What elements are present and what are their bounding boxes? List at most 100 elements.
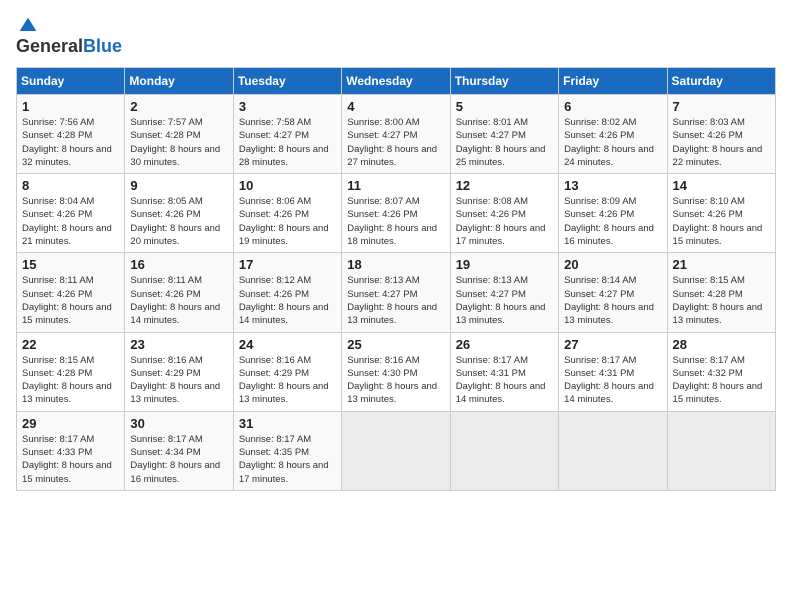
logo-general-part: General — [16, 36, 83, 56]
calendar-cell: 23 Sunrise: 8:16 AMSunset: 4:29 PMDayligh… — [125, 332, 233, 411]
calendar-cell: 11 Sunrise: 8:07 AMSunset: 4:26 PMDayligh… — [342, 174, 450, 253]
day-info: Sunrise: 8:07 AMSunset: 4:26 PMDaylight:… — [347, 195, 444, 248]
day-info: Sunrise: 8:13 AMSunset: 4:27 PMDaylight:… — [347, 274, 444, 327]
day-number: 2 — [130, 99, 227, 114]
calendar-cell: 9 Sunrise: 8:05 AMSunset: 4:26 PMDaylight… — [125, 174, 233, 253]
calendar-cell: 18 Sunrise: 8:13 AMSunset: 4:27 PMDayligh… — [342, 253, 450, 332]
day-info: Sunrise: 8:17 AMSunset: 4:35 PMDaylight:… — [239, 433, 336, 486]
day-number: 12 — [456, 178, 553, 193]
day-info: Sunrise: 8:17 AMSunset: 4:33 PMDaylight:… — [22, 433, 119, 486]
calendar-week-row: 29 Sunrise: 8:17 AMSunset: 4:33 PMDayligh… — [17, 411, 776, 490]
calendar-cell: 12 Sunrise: 8:08 AMSunset: 4:26 PMDayligh… — [450, 174, 558, 253]
calendar-cell: 15 Sunrise: 8:11 AMSunset: 4:26 PMDayligh… — [17, 253, 125, 332]
day-number: 30 — [130, 416, 227, 431]
day-number: 25 — [347, 337, 444, 352]
day-number: 26 — [456, 337, 553, 352]
day-info: Sunrise: 8:17 AMSunset: 4:31 PMDaylight:… — [456, 354, 553, 407]
calendar-cell: 2Sunrise: 7:57 AMSunset: 4:28 PMDaylight… — [125, 95, 233, 174]
day-info: Sunrise: 8:10 AMSunset: 4:26 PMDaylight:… — [673, 195, 770, 248]
calendar-cell: 17 Sunrise: 8:12 AMSunset: 4:26 PMDayligh… — [233, 253, 341, 332]
day-number: 27 — [564, 337, 661, 352]
day-number: 11 — [347, 178, 444, 193]
day-info: Sunrise: 8:08 AMSunset: 4:26 PMDaylight:… — [456, 195, 553, 248]
day-number: 24 — [239, 337, 336, 352]
day-number: 28 — [673, 337, 770, 352]
calendar-cell: 14Sunrise: 8:10 AMSunset: 4:26 PMDayligh… — [667, 174, 775, 253]
day-info: Sunrise: 8:12 AMSunset: 4:26 PMDaylight:… — [239, 274, 336, 327]
calendar-day-header: Saturday — [667, 68, 775, 95]
logo: GeneralBlue — [16, 16, 122, 57]
day-number: 31 — [239, 416, 336, 431]
calendar-week-row: 22 Sunrise: 8:15 AMSunset: 4:28 PMDayligh… — [17, 332, 776, 411]
day-number: 17 — [239, 257, 336, 272]
calendar-cell: 16 Sunrise: 8:11 AMSunset: 4:26 PMDayligh… — [125, 253, 233, 332]
day-number: 8 — [22, 178, 119, 193]
day-number: 7 — [673, 99, 770, 114]
day-number: 13 — [564, 178, 661, 193]
day-number: 20 — [564, 257, 661, 272]
day-info: Sunrise: 8:14 AMSunset: 4:27 PMDaylight:… — [564, 274, 661, 327]
day-number: 22 — [22, 337, 119, 352]
day-number: 1 — [22, 99, 119, 114]
calendar-cell: 28 Sunrise: 8:17 AMSunset: 4:32 PMDayligh… — [667, 332, 775, 411]
calendar-cell — [342, 411, 450, 490]
day-info: Sunrise: 7:56 AMSunset: 4:28 PMDaylight:… — [22, 116, 119, 169]
calendar-cell: 10Sunrise: 8:06 AMSunset: 4:26 PMDayligh… — [233, 174, 341, 253]
day-info: Sunrise: 8:05 AMSunset: 4:26 PMDaylight:… — [130, 195, 227, 248]
day-info: Sunrise: 8:16 AMSunset: 4:29 PMDaylight:… — [130, 354, 227, 407]
calendar-cell: 6 Sunrise: 8:02 AMSunset: 4:26 PMDaylight… — [559, 95, 667, 174]
day-number: 15 — [22, 257, 119, 272]
page-header: GeneralBlue — [16, 16, 776, 57]
calendar-cell: 7 Sunrise: 8:03 AMSunset: 4:26 PMDaylight… — [667, 95, 775, 174]
calendar-day-header: Thursday — [450, 68, 558, 95]
day-info: Sunrise: 8:15 AMSunset: 4:28 PMDaylight:… — [22, 354, 119, 407]
day-info: Sunrise: 8:17 AMSunset: 4:31 PMDaylight:… — [564, 354, 661, 407]
day-info: Sunrise: 8:11 AMSunset: 4:26 PMDaylight:… — [22, 274, 119, 327]
day-number: 29 — [22, 416, 119, 431]
calendar-cell — [450, 411, 558, 490]
calendar-cell: 20 Sunrise: 8:14 AMSunset: 4:27 PMDayligh… — [559, 253, 667, 332]
day-info: Sunrise: 8:00 AMSunset: 4:27 PMDaylight:… — [347, 116, 444, 169]
day-number: 16 — [130, 257, 227, 272]
calendar-cell: 30Sunrise: 8:17 AMSunset: 4:34 PMDayligh… — [125, 411, 233, 490]
calendar-week-row: 15 Sunrise: 8:11 AMSunset: 4:26 PMDayligh… — [17, 253, 776, 332]
day-info: Sunrise: 8:16 AMSunset: 4:29 PMDaylight:… — [239, 354, 336, 407]
logo-blue-part: Blue — [83, 36, 122, 56]
calendar-cell: 31 Sunrise: 8:17 AMSunset: 4:35 PMDayligh… — [233, 411, 341, 490]
calendar-cell: 29 Sunrise: 8:17 AMSunset: 4:33 PMDayligh… — [17, 411, 125, 490]
calendar-cell: 13 Sunrise: 8:09 AMSunset: 4:26 PMDayligh… — [559, 174, 667, 253]
day-number: 5 — [456, 99, 553, 114]
logo-icon — [18, 16, 38, 36]
calendar-cell — [559, 411, 667, 490]
day-info: Sunrise: 7:58 AMSunset: 4:27 PMDaylight:… — [239, 116, 336, 169]
day-number: 21 — [673, 257, 770, 272]
day-number: 9 — [130, 178, 227, 193]
day-info: Sunrise: 8:04 AMSunset: 4:26 PMDaylight:… — [22, 195, 119, 248]
calendar-cell: 3Sunrise: 7:58 AMSunset: 4:27 PMDaylight… — [233, 95, 341, 174]
calendar-cell: 8 Sunrise: 8:04 AMSunset: 4:26 PMDaylight… — [17, 174, 125, 253]
day-info: Sunrise: 8:09 AMSunset: 4:26 PMDaylight:… — [564, 195, 661, 248]
day-info: Sunrise: 8:01 AMSunset: 4:27 PMDaylight:… — [456, 116, 553, 169]
day-number: 18 — [347, 257, 444, 272]
calendar-cell: 25Sunrise: 8:16 AMSunset: 4:30 PMDayligh… — [342, 332, 450, 411]
calendar-cell: 22 Sunrise: 8:15 AMSunset: 4:28 PMDayligh… — [17, 332, 125, 411]
calendar-day-header: Monday — [125, 68, 233, 95]
calendar-week-row: 1 Sunrise: 7:56 AMSunset: 4:28 PMDaylight… — [17, 95, 776, 174]
calendar-day-header: Wednesday — [342, 68, 450, 95]
day-info: Sunrise: 8:17 AMSunset: 4:32 PMDaylight:… — [673, 354, 770, 407]
calendar-cell: 1 Sunrise: 7:56 AMSunset: 4:28 PMDaylight… — [17, 95, 125, 174]
calendar-week-row: 8 Sunrise: 8:04 AMSunset: 4:26 PMDaylight… — [17, 174, 776, 253]
day-info: Sunrise: 8:02 AMSunset: 4:26 PMDaylight:… — [564, 116, 661, 169]
day-info: Sunrise: 8:11 AMSunset: 4:26 PMDaylight:… — [130, 274, 227, 327]
calendar-cell: 21Sunrise: 8:15 AMSunset: 4:28 PMDayligh… — [667, 253, 775, 332]
day-number: 6 — [564, 99, 661, 114]
day-number: 19 — [456, 257, 553, 272]
calendar-cell — [667, 411, 775, 490]
calendar-day-header: Tuesday — [233, 68, 341, 95]
calendar-cell: 5 Sunrise: 8:01 AMSunset: 4:27 PMDaylight… — [450, 95, 558, 174]
calendar-cell: 24 Sunrise: 8:16 AMSunset: 4:29 PMDayligh… — [233, 332, 341, 411]
day-info: Sunrise: 8:06 AMSunset: 4:26 PMDaylight:… — [239, 195, 336, 248]
day-info: Sunrise: 8:03 AMSunset: 4:26 PMDaylight:… — [673, 116, 770, 169]
day-number: 4 — [347, 99, 444, 114]
day-number: 23 — [130, 337, 227, 352]
